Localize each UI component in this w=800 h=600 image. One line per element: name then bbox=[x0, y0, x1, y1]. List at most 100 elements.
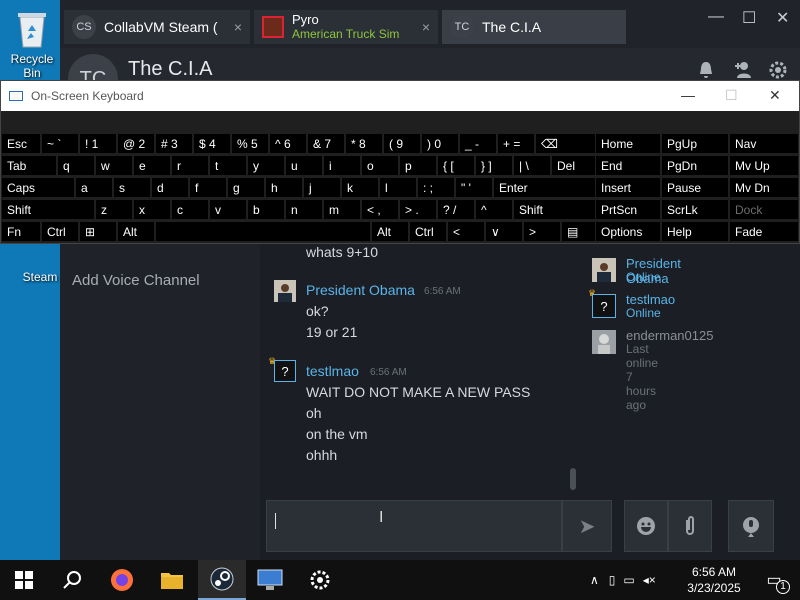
osk-key[interactable]: * 8 bbox=[345, 133, 383, 154]
recycle-bin-desktop-icon[interactable]: Recycle Bin bbox=[2, 8, 62, 80]
osk-key[interactable]: ( 9 bbox=[383, 133, 421, 154]
osk-key[interactable]: & 7 bbox=[307, 133, 345, 154]
osk-key[interactable]: ) 0 bbox=[421, 133, 459, 154]
osk-key[interactable]: l bbox=[379, 177, 417, 198]
osk-key[interactable]: Tab bbox=[1, 155, 57, 176]
osk-key[interactable]: r bbox=[171, 155, 209, 176]
osk-key[interactable]: x bbox=[133, 199, 171, 220]
osk-key[interactable]: < , bbox=[361, 199, 399, 220]
osk-key[interactable]: { [ bbox=[437, 155, 475, 176]
device-icon[interactable]: ▯ bbox=[609, 573, 616, 587]
remote-app-button[interactable] bbox=[246, 560, 294, 600]
osk-key[interactable]: Enter bbox=[493, 177, 597, 198]
osk-key[interactable]: ∨ bbox=[485, 221, 523, 242]
osk-nav-key[interactable]: PrtScn bbox=[595, 199, 661, 220]
osk-key[interactable]: > bbox=[523, 221, 561, 242]
osk-key[interactable]: Fn bbox=[1, 221, 41, 242]
osk-key[interactable]: e bbox=[133, 155, 171, 176]
osk-key[interactable]: Shift bbox=[1, 199, 95, 220]
osk-key[interactable]: _ - bbox=[459, 133, 497, 154]
osk-key[interactable]: # 3 bbox=[155, 133, 193, 154]
tab-pyro[interactable]: Pyro American Truck Sim × bbox=[254, 10, 438, 44]
osk-nav-key[interactable]: Insert bbox=[595, 177, 661, 198]
osk-key[interactable]: : ; bbox=[417, 177, 455, 198]
osk-key[interactable]: Caps bbox=[1, 177, 75, 198]
osk-nav-key[interactable]: Options bbox=[595, 221, 661, 242]
bell-icon[interactable] bbox=[696, 60, 718, 82]
osk-nav-key[interactable]: ScrLk bbox=[661, 199, 729, 220]
osk-key[interactable]: y bbox=[247, 155, 285, 176]
osk-key[interactable]: p bbox=[399, 155, 437, 176]
file-explorer-button[interactable] bbox=[148, 560, 196, 600]
osk-nav-key[interactable]: Dock bbox=[729, 199, 799, 220]
osk-key[interactable]: o bbox=[361, 155, 399, 176]
osk-key[interactable]: ⊞ bbox=[79, 221, 117, 242]
add-friend-icon[interactable] bbox=[732, 60, 754, 82]
message-author[interactable]: President Obama bbox=[306, 282, 415, 298]
firefox-button[interactable] bbox=[98, 560, 146, 600]
steam-taskbar-button[interactable] bbox=[198, 560, 246, 600]
minimize-icon[interactable]: — bbox=[681, 87, 695, 103]
search-button[interactable] bbox=[48, 560, 96, 600]
osk-key[interactable]: ! 1 bbox=[79, 133, 117, 154]
osk-nav-key[interactable]: PgUp bbox=[661, 133, 729, 154]
osk-key[interactable]: " ' bbox=[455, 177, 493, 198]
osk-key[interactable]: ~ ` bbox=[41, 133, 79, 154]
osk-key[interactable]: | \ bbox=[513, 155, 551, 176]
osk-key[interactable]: Ctrl bbox=[41, 221, 79, 242]
close-window-icon[interactable]: ✕ bbox=[776, 8, 789, 28]
osk-key[interactable]: v bbox=[209, 199, 247, 220]
osk-key[interactable]: ? / bbox=[437, 199, 475, 220]
minimize-icon[interactable]: — bbox=[708, 8, 724, 26]
close-icon[interactable]: ✕ bbox=[769, 87, 781, 104]
osk-key[interactable]: @ 2 bbox=[117, 133, 155, 154]
osk-key[interactable]: m bbox=[323, 199, 361, 220]
osk-key[interactable]: u bbox=[285, 155, 323, 176]
osk-key[interactable]: Ctrl bbox=[409, 221, 447, 242]
volume-muted-icon[interactable]: ◂× bbox=[643, 573, 656, 587]
voice-button[interactable] bbox=[728, 500, 774, 552]
osk-key[interactable]: Esc bbox=[1, 133, 41, 154]
osk-key[interactable]: q bbox=[57, 155, 95, 176]
osk-key[interactable]: ^ 6 bbox=[269, 133, 307, 154]
close-icon[interactable]: × bbox=[422, 19, 430, 35]
osk-key[interactable]: b bbox=[247, 199, 285, 220]
osk-key[interactable]: s bbox=[113, 177, 151, 198]
osk-key[interactable]: Alt bbox=[117, 221, 155, 242]
osk-key[interactable]: + = bbox=[497, 133, 535, 154]
osk-key[interactable]: } ] bbox=[475, 155, 513, 176]
osk-key[interactable]: $ 4 bbox=[193, 133, 231, 154]
close-icon[interactable]: × bbox=[234, 19, 242, 35]
osk-nav-key[interactable]: PgDn bbox=[661, 155, 729, 176]
tab-collabvm[interactable]: CS CollabVM Steam ( × bbox=[64, 10, 250, 44]
send-button[interactable]: ➤ bbox=[562, 500, 612, 552]
osk-key[interactable]: h bbox=[265, 177, 303, 198]
chevron-up-icon[interactable]: ∧ bbox=[590, 573, 599, 587]
osk-nav-key[interactable]: Mv Up bbox=[729, 155, 799, 176]
osk-key[interactable]: t bbox=[209, 155, 247, 176]
osk-nav-key[interactable]: Home bbox=[595, 133, 661, 154]
osk-key[interactable]: < bbox=[447, 221, 485, 242]
tab-the-cia[interactable]: TC The C.I.A bbox=[442, 10, 626, 44]
maximize-icon[interactable]: ☐ bbox=[742, 8, 756, 28]
osk-nav-key[interactable]: Nav bbox=[729, 133, 799, 154]
osk-key[interactable]: n bbox=[285, 199, 323, 220]
osk-nav-key[interactable]: End bbox=[595, 155, 661, 176]
settings-button[interactable] bbox=[296, 560, 344, 600]
osk-key[interactable]: w bbox=[95, 155, 133, 176]
osk-key[interactable]: j bbox=[303, 177, 341, 198]
osk-nav-key[interactable]: Help bbox=[661, 221, 729, 242]
osk-nav-key[interactable]: Fade bbox=[729, 221, 799, 242]
message-author[interactable]: testlmao bbox=[306, 363, 359, 379]
notification-center-button[interactable]: ▭ 1 bbox=[750, 560, 798, 600]
attach-button[interactable] bbox=[668, 500, 712, 552]
osk-nav-key[interactable]: Mv Dn bbox=[729, 177, 799, 198]
message-input[interactable]: I bbox=[266, 500, 562, 552]
start-button[interactable] bbox=[0, 560, 48, 600]
chat-scrollbar[interactable] bbox=[570, 468, 576, 490]
emoticon-button[interactable] bbox=[624, 500, 668, 552]
osk-key[interactable]: Alt bbox=[371, 221, 409, 242]
osk-key[interactable]: c bbox=[171, 199, 209, 220]
osk-key[interactable]: g bbox=[227, 177, 265, 198]
osk-key[interactable] bbox=[155, 221, 371, 242]
